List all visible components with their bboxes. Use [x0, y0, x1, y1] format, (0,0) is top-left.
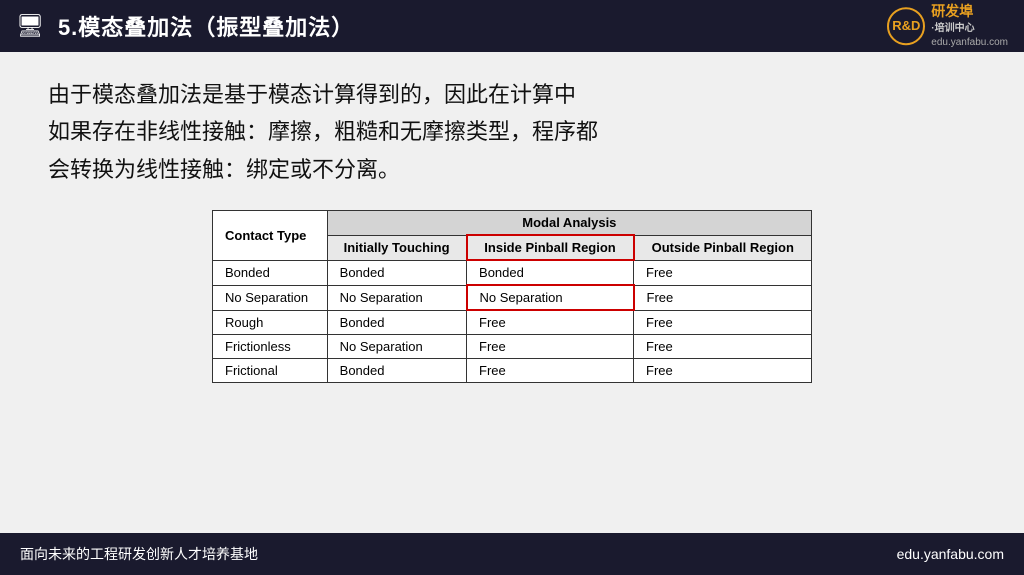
cell-r1-c2: No Separation — [467, 285, 634, 310]
cell-r4-c3: Free — [634, 359, 812, 383]
table-row: RoughBondedFreeFree — [213, 310, 812, 335]
logo-sub: ·培训中心 — [931, 22, 1008, 36]
modal-analysis-header: Modal Analysis — [327, 211, 811, 236]
table-row: FrictionalBondedFreeFree — [213, 359, 812, 383]
cell-r3-c3: Free — [634, 335, 812, 359]
col-header-initially-touching: Initially Touching — [327, 235, 466, 260]
paragraph: 由于模态叠加法是基于模态计算得到的，因此在计算中如果存在非线性接触：摩擦，粗糙和… — [48, 76, 976, 188]
page-title: 5.模态叠加法（振型叠加法） — [58, 10, 354, 42]
header: 🖥 5.模态叠加法（振型叠加法） R&D 研发埠 ·培训中心 edu.yanfa… — [0, 0, 1024, 52]
cell-r0-c3: Free — [634, 260, 812, 285]
cell-r1-c3: Free — [634, 285, 812, 310]
col-header-contact-type: Contact Type — [213, 211, 328, 261]
table-row: BondedBondedBondedFree — [213, 260, 812, 285]
cell-r0-c0: Bonded — [213, 260, 328, 285]
cell-r2-c2: Free — [467, 310, 634, 335]
cell-r2-c1: Bonded — [327, 310, 466, 335]
main-content: R&D edu.yan 由于模态叠加法是基于模态计算得到的，因此在计算中如果存在… — [0, 52, 1024, 533]
table-row: No SeparationNo SeparationNo SeparationF… — [213, 285, 812, 310]
cell-r2-c0: Rough — [213, 310, 328, 335]
cell-r4-c2: Free — [467, 359, 634, 383]
table-body: BondedBondedBondedFreeNo SeparationNo Se… — [213, 260, 812, 383]
monitor-icon: 🖥 — [16, 13, 44, 39]
cell-r0-c1: Bonded — [327, 260, 466, 285]
cell-r3-c0: Frictionless — [213, 335, 328, 359]
logo-circle: R&D — [887, 7, 925, 45]
col-header-inside-pinball: Inside Pinball Region — [467, 235, 634, 260]
cell-r1-c0: No Separation — [213, 285, 328, 310]
logo-brand: 研发埠 — [931, 2, 1008, 22]
table-row: FrictionlessNo SeparationFreeFree — [213, 335, 812, 359]
logo-text: 研发埠 ·培训中心 edu.yanfabu.com — [931, 2, 1008, 50]
logo-url: edu.yanfabu.com — [931, 36, 1008, 50]
cell-r3-c1: No Separation — [327, 335, 466, 359]
logo-area: R&D 研发埠 ·培训中心 edu.yanfabu.com — [887, 2, 1008, 50]
footer-right-text: edu.yanfabu.com — [897, 546, 1004, 562]
table-container: Contact Type Modal Analysis Initially To… — [48, 210, 976, 383]
footer: 面向未来的工程研发创新人才培养基地 edu.yanfabu.com — [0, 533, 1024, 575]
logo-rd: R&D — [892, 19, 920, 34]
cell-r3-c2: Free — [467, 335, 634, 359]
cell-r4-c0: Frictional — [213, 359, 328, 383]
modal-analysis-table: Contact Type Modal Analysis Initially To… — [212, 210, 812, 383]
cell-r4-c1: Bonded — [327, 359, 466, 383]
cell-r2-c3: Free — [634, 310, 812, 335]
cell-r1-c1: No Separation — [327, 285, 466, 310]
footer-left-text: 面向未来的工程研发创新人才培养基地 — [20, 544, 258, 564]
col-header-outside-pinball: Outside Pinball Region — [634, 235, 812, 260]
cell-r0-c2: Bonded — [467, 260, 634, 285]
